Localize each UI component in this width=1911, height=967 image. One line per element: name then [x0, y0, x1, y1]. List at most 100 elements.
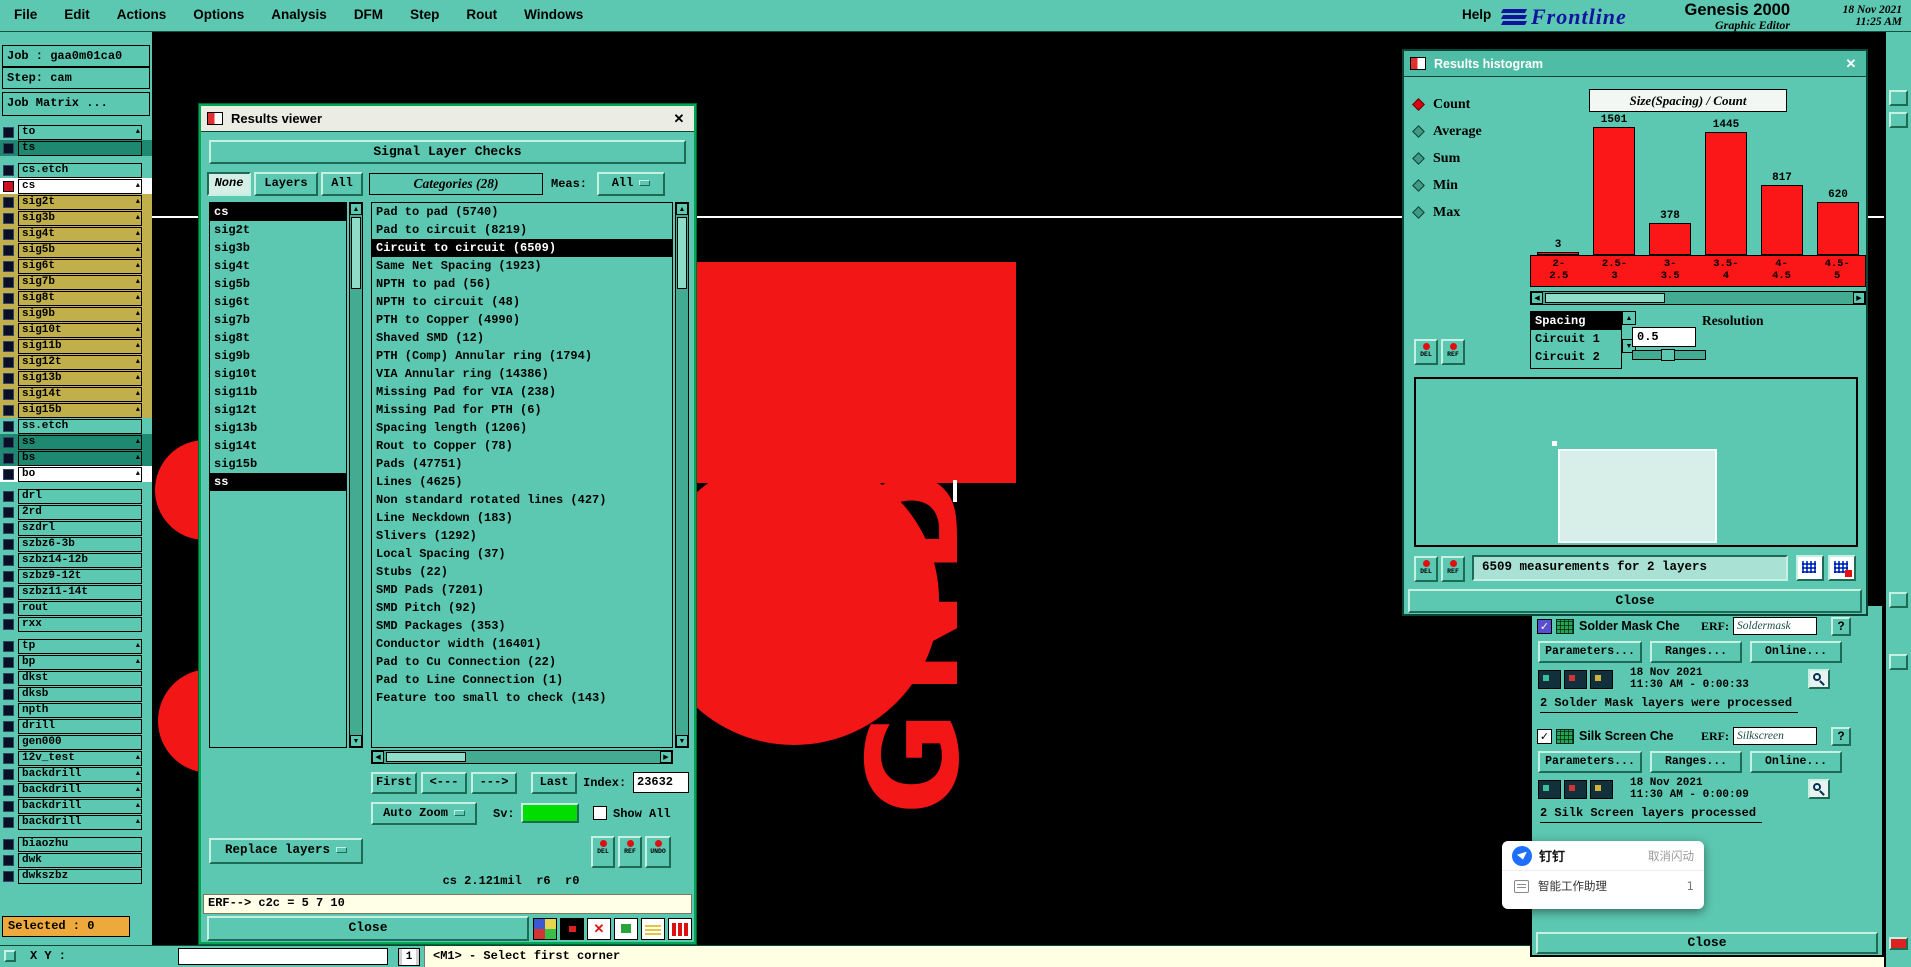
layer-visibility-checkbox[interactable] — [3, 388, 14, 400]
histogram-hscrollbar[interactable]: ◀ ▶ — [1530, 291, 1866, 305]
result-view-icon[interactable] — [1590, 779, 1613, 799]
layer-visibility-checkbox[interactable] — [3, 784, 14, 796]
online-button[interactable]: Online... — [1750, 641, 1842, 663]
layer-visibility-checkbox[interactable] — [3, 340, 14, 352]
selector-up-icon[interactable]: ▲ — [1622, 311, 1636, 325]
diamond-radio-icon[interactable] — [1412, 152, 1425, 165]
layer-name[interactable]: sig12t — [18, 354, 142, 370]
diamond-radio-icon[interactable] — [1412, 98, 1425, 111]
category-item[interactable]: Feature too small to check (143) — [372, 689, 672, 707]
ref-button[interactable]: REF — [1441, 339, 1465, 365]
layer-visibility-checkbox[interactable] — [3, 292, 14, 304]
viewer-layer-item[interactable]: sig12t — [210, 401, 346, 419]
section-checkbox[interactable] — [1537, 618, 1552, 634]
layer-visibility-checkbox[interactable] — [3, 142, 14, 154]
layer-name[interactable]: sig8t — [18, 290, 142, 306]
edge-button[interactable] — [1889, 112, 1908, 128]
layer-name[interactable]: sig5b — [18, 242, 142, 258]
dismiss-flash-action[interactable]: 取消闪动 — [1648, 848, 1694, 864]
viewer-layer-item[interactable]: sig13b — [210, 419, 346, 437]
layer-name[interactable]: szbz6-3b — [18, 536, 142, 552]
scroll-up-icon[interactable]: ▲ — [676, 203, 688, 215]
layer-row[interactable]: sig4t — [0, 226, 152, 242]
index-input[interactable]: 23632 — [633, 772, 689, 793]
layer-name[interactable]: drl — [18, 488, 142, 504]
result-view-icon[interactable] — [1564, 779, 1587, 799]
categories-hscrollbar[interactable]: ◀ ▶ — [371, 750, 673, 764]
layer-name[interactable]: szbz14-12b — [18, 552, 142, 568]
layer-name[interactable]: szbz11-14t — [18, 584, 142, 600]
del-button[interactable]: DEL — [1414, 339, 1438, 365]
layer-visibility-checkbox[interactable] — [3, 800, 14, 812]
viewer-layer-item[interactable]: sig14t — [210, 437, 346, 455]
layer-visibility-checkbox[interactable] — [3, 720, 14, 732]
parameters-button[interactable]: Parameters... — [1538, 751, 1642, 773]
layer-row[interactable]: sig2t — [0, 194, 152, 210]
menu-item[interactable]: Windows — [524, 7, 583, 22]
category-item[interactable]: SMD Packages (353) — [372, 617, 672, 635]
scroll-thumb[interactable] — [351, 217, 361, 289]
erf-input[interactable]: Silkscreen — [1733, 727, 1817, 745]
layer-visibility-checkbox[interactable] — [3, 656, 14, 668]
layer-name[interactable]: sig7b — [18, 274, 142, 290]
viewer-layer-item[interactable]: ss — [210, 473, 346, 491]
viewer-layer-item[interactable]: sig5b — [210, 275, 346, 293]
screen-view-icon[interactable] — [560, 918, 584, 940]
layer-name[interactable]: backdrill — [18, 798, 142, 814]
layer-row[interactable]: szdrl — [0, 520, 152, 536]
layer-visibility-checkbox[interactable] — [3, 436, 14, 448]
layer-name[interactable]: cs — [18, 178, 142, 194]
layer-name[interactable]: tp — [18, 638, 142, 654]
layer-name[interactable]: sig9b — [18, 306, 142, 322]
layer-name[interactable]: backdrill — [18, 782, 142, 798]
layer-visibility-checkbox[interactable] — [3, 126, 14, 138]
stat-option[interactable]: Count — [1412, 91, 1524, 118]
erf-command-line[interactable]: ERF--> c2c = 5 7 10 — [203, 894, 692, 914]
layer-row[interactable]: sig3b — [0, 210, 152, 226]
layer-row[interactable]: sig6t — [0, 258, 152, 274]
layer-row[interactable]: biaozhu — [0, 836, 152, 852]
show-all-checkbox[interactable] — [593, 806, 607, 820]
layer-row[interactable]: dwk — [0, 852, 152, 868]
layer-row[interactable]: cs — [0, 178, 152, 194]
menu-item[interactable]: Options — [193, 7, 244, 22]
layer-name[interactable]: rxx — [18, 616, 142, 632]
layer-row[interactable]: 12v_test — [0, 750, 152, 766]
layer-visibility-checkbox[interactable] — [3, 372, 14, 384]
coords-mode-button[interactable] — [4, 950, 16, 962]
layer-row[interactable]: szbz6-3b — [0, 536, 152, 552]
scroll-right-icon[interactable]: ▶ — [660, 751, 672, 763]
layer-visibility-checkbox[interactable] — [3, 506, 14, 518]
layer-visibility-checkbox[interactable] — [3, 228, 14, 240]
layer-row[interactable]: sig11b — [0, 338, 152, 354]
diamond-radio-icon[interactable] — [1412, 179, 1425, 192]
scroll-thumb[interactable] — [677, 217, 687, 289]
replace-layers-button[interactable]: Replace layers — [209, 838, 363, 864]
menu-item[interactable]: Actions — [117, 7, 167, 22]
viewer-titlebar[interactable]: Results viewer — [201, 106, 694, 132]
layer-visibility-checkbox[interactable] — [3, 854, 14, 866]
layer-visibility-checkbox[interactable] — [3, 244, 14, 256]
layer-name[interactable]: sig4t — [18, 226, 142, 242]
result-view-icon[interactable] — [1564, 669, 1587, 689]
edge-button[interactable] — [1889, 592, 1908, 608]
stat-option[interactable]: Min — [1412, 172, 1524, 199]
category-item[interactable]: SMD Pitch (92) — [372, 599, 672, 617]
layer-name[interactable]: npth — [18, 702, 142, 718]
menu-item[interactable]: Step — [410, 7, 439, 22]
layer-row[interactable]: szbz9-12t — [0, 568, 152, 584]
erf-input[interactable]: Soldermask — [1733, 617, 1817, 635]
layer-visibility-checkbox[interactable] — [3, 196, 14, 208]
layer-row[interactable]: ts — [0, 140, 152, 156]
job-matrix-button[interactable]: Job Matrix ... — [2, 92, 150, 116]
layer-name[interactable]: cs.etch — [18, 162, 142, 178]
edge-button[interactable] — [1889, 90, 1908, 106]
viewer-layer-item[interactable]: sig15b — [210, 455, 346, 473]
layer-name[interactable]: ss — [18, 434, 142, 450]
undo-button[interactable]: UNDO — [645, 836, 671, 868]
layer-name[interactable]: gen000 — [18, 734, 142, 750]
layer-name[interactable]: backdrill — [18, 814, 142, 830]
category-item[interactable]: Missing Pad for PTH (6) — [372, 401, 672, 419]
menu-item[interactable]: Analysis — [271, 7, 327, 22]
help-button[interactable]: ? — [1831, 726, 1851, 746]
